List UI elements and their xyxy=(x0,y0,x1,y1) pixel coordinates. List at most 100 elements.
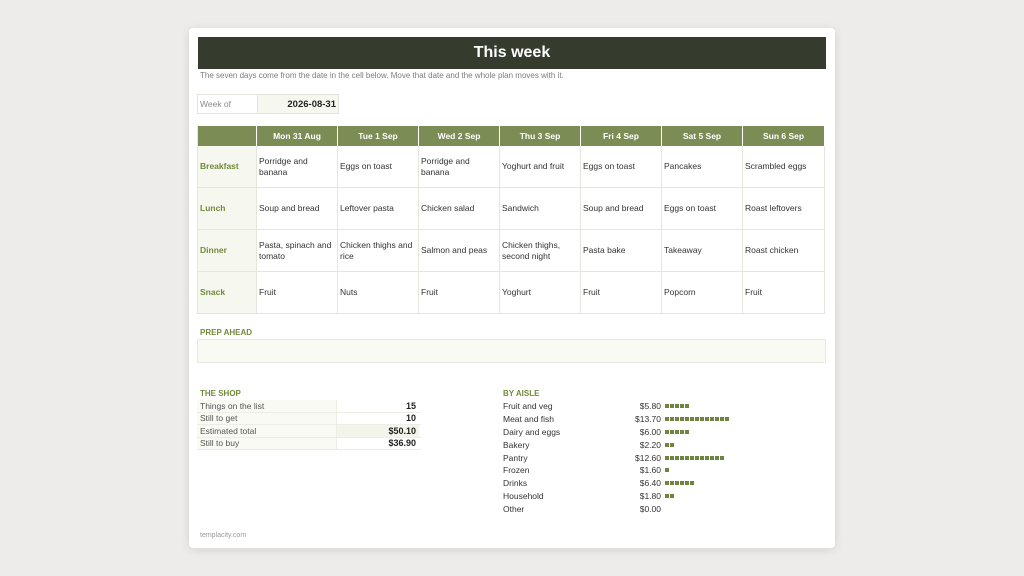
aisle-bar-block xyxy=(690,481,694,486)
header-corner-cell xyxy=(197,126,257,146)
aisle-amount: $6.00 xyxy=(639,426,661,437)
aisle-amount: $1.80 xyxy=(639,490,661,501)
meal-cell[interactable]: Chicken thighs, second night xyxy=(500,230,581,272)
day-header: Fri 4 Sep xyxy=(581,126,662,146)
meal-cell[interactable]: Fruit xyxy=(257,272,338,314)
day-header: Tue 1 Sep xyxy=(338,126,419,146)
shop-row: Things on the list 15 xyxy=(197,400,421,413)
aisle-bar-block xyxy=(670,417,674,422)
meal-cell[interactable]: Fruit xyxy=(419,272,500,314)
meal-label: Snack xyxy=(197,272,257,314)
aisle-bar-block xyxy=(680,404,684,409)
aisle-name: Meat and fish xyxy=(503,414,555,425)
by-aisle-title: BY AISLE xyxy=(503,389,540,398)
aisle-bar-block xyxy=(665,493,669,498)
aisle-bar-block xyxy=(670,455,674,460)
aisle-name: Fruit and veg xyxy=(503,401,553,412)
meal-cell[interactable]: Roast leftovers xyxy=(743,188,825,230)
aisle-bar-block xyxy=(725,417,729,422)
shop-row-label: Estimated total xyxy=(197,425,337,437)
shop-row-value: 15 xyxy=(405,400,416,411)
aisle-bar-block xyxy=(685,417,689,422)
week-of-date-cell[interactable]: 2026-08-31 xyxy=(258,95,338,113)
aisle-bar-block xyxy=(700,455,704,460)
meal-cell[interactable]: Leftover pasta xyxy=(338,188,419,230)
meal-label: Dinner xyxy=(197,230,257,272)
meal-row-snack: Snack Fruit Nuts Fruit Yoghurt Fruit Pop… xyxy=(197,272,826,314)
meal-cell[interactable]: Roast chicken xyxy=(743,230,825,272)
aisle-bar-block xyxy=(665,429,669,434)
meal-cell[interactable]: Fruit xyxy=(581,272,662,314)
aisle-bar-block xyxy=(675,417,679,422)
shop-summary: THE SHOP Things on the list 15 Still to … xyxy=(197,389,421,450)
aisle-bar-block xyxy=(675,429,679,434)
aisle-bar-block xyxy=(665,404,669,409)
meal-cell[interactable]: Fruit xyxy=(743,272,825,314)
aisle-row: Other $0.00 xyxy=(503,502,763,515)
aisle-row: Drinks $6.40 xyxy=(503,477,763,490)
aisle-block-bar xyxy=(665,429,689,434)
meal-cell[interactable]: Pasta bake xyxy=(581,230,662,272)
aisle-bar-block xyxy=(710,417,714,422)
meal-cell[interactable]: Takeaway xyxy=(662,230,743,272)
aisle-bar-block xyxy=(715,417,719,422)
meal-cell[interactable]: Scrambled eggs xyxy=(743,146,825,188)
aisle-bar-block xyxy=(665,417,669,422)
meal-cell[interactable]: Yoghurt xyxy=(500,272,581,314)
shop-row: Still to buy $36.90 xyxy=(197,437,421,450)
meal-label: Breakfast xyxy=(197,146,257,188)
meal-row-dinner: Dinner Pasta, spinach and tomato Chicken… xyxy=(197,230,826,272)
meal-cell[interactable]: Chicken thighs and rice xyxy=(338,230,419,272)
meal-cell[interactable]: Salmon and peas xyxy=(419,230,500,272)
meal-row-lunch: Lunch Soup and bread Leftover pasta Chic… xyxy=(197,188,826,230)
aisle-row: Frozen $1.60 xyxy=(503,464,763,477)
aisle-block-bar xyxy=(665,481,694,486)
meal-cell[interactable]: Pasta, spinach and tomato xyxy=(257,230,338,272)
meal-cell[interactable]: Eggs on toast xyxy=(662,188,743,230)
meal-cell[interactable]: Porridge and banana xyxy=(257,146,338,188)
aisle-row: Bakery $2.20 xyxy=(503,438,763,451)
week-of-label: Week of xyxy=(198,95,258,113)
aisle-bar-block xyxy=(685,455,689,460)
aisle-bar-block xyxy=(675,455,679,460)
meal-cell[interactable]: Pancakes xyxy=(662,146,743,188)
aisle-bar-block xyxy=(690,455,694,460)
aisle-amount: $13.70 xyxy=(635,414,661,425)
aisle-block-bar xyxy=(665,404,689,409)
aisle-block-bar xyxy=(665,442,674,447)
aisle-amount: $1.60 xyxy=(639,465,661,476)
aisle-bar-block xyxy=(680,455,684,460)
meal-row-breakfast: Breakfast Porridge and banana Eggs on to… xyxy=(197,146,826,188)
day-header: Wed 2 Sep xyxy=(419,126,500,146)
aisle-amount: $6.40 xyxy=(639,478,661,489)
aisle-block-bar xyxy=(665,468,669,473)
aisle-row: Pantry $12.60 xyxy=(503,451,763,464)
aisle-bar-block xyxy=(670,481,674,486)
prep-ahead-input[interactable] xyxy=(197,339,826,363)
aisle-list: Fruit and veg $5.80 Meat and fish $13.70 Dai… xyxy=(503,400,763,515)
meal-cell[interactable]: Eggs on toast xyxy=(581,146,662,188)
aisle-bar-block xyxy=(665,455,669,460)
meal-plan-table: Mon 31 Aug Tue 1 Sep Wed 2 Sep Thu 3 Sep… xyxy=(197,126,826,314)
shop-row-label: Still to buy xyxy=(197,437,337,449)
meal-cell[interactable]: Soup and bread xyxy=(581,188,662,230)
meal-cell[interactable]: Popcorn xyxy=(662,272,743,314)
footer-credit: templacity.com xyxy=(200,532,247,539)
meal-cell[interactable]: Soup and bread xyxy=(257,188,338,230)
shop-title: THE SHOP xyxy=(200,389,241,398)
aisle-bar-block xyxy=(670,429,674,434)
aisle-bar-block xyxy=(705,417,709,422)
meal-cell[interactable]: Sandwich xyxy=(500,188,581,230)
aisle-bar-block xyxy=(720,417,724,422)
meal-cell[interactable]: Eggs on toast xyxy=(338,146,419,188)
meal-cell[interactable]: Nuts xyxy=(338,272,419,314)
shop-row-value: 10 xyxy=(405,413,416,424)
aisle-bar-block xyxy=(665,468,669,473)
aisle-bar-block xyxy=(675,481,679,486)
aisle-bar-block xyxy=(695,455,699,460)
meal-cell[interactable]: Yoghurt and fruit xyxy=(500,146,581,188)
day-header: Sun 6 Sep xyxy=(743,126,825,146)
meal-cell[interactable]: Porridge and banana xyxy=(419,146,500,188)
meal-cell[interactable]: Chicken salad xyxy=(419,188,500,230)
aisle-bar-block xyxy=(665,481,669,486)
